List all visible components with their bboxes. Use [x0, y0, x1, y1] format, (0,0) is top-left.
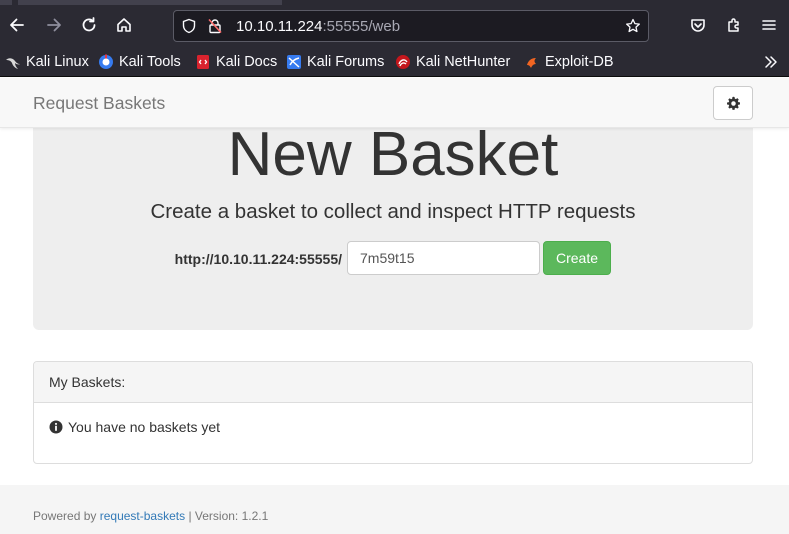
bookmark-exploit-db[interactable]: Exploit-DB [524, 53, 614, 71]
bookmark-kali-linux[interactable]: Kali Linux [5, 53, 89, 71]
navbar: Request Baskets [0, 78, 789, 128]
bookmark-label: Kali Forums [307, 54, 385, 70]
footer: Powered by request-baskets | Version: 1.… [0, 485, 789, 534]
hamburger-icon [762, 20, 776, 30]
bookmark-label: Kali NetHunter [416, 54, 511, 70]
tab-edge [0, 0, 12, 5]
shield-icon[interactable] [180, 17, 198, 35]
footer-text: Powered by request-baskets | Version: 1.… [33, 509, 268, 523]
insecure-lock-icon[interactable] [206, 17, 224, 35]
kali-tools-icon [98, 54, 114, 70]
kali-docs-icon [195, 54, 211, 70]
url-text[interactable]: 10.10.11.224:55555/web [236, 18, 400, 35]
panel-heading: My Baskets: [34, 362, 752, 403]
empty-baskets-message: You have no baskets yet [68, 419, 221, 435]
reload-button[interactable] [77, 13, 101, 37]
version-text: | Version: 1.2.1 [188, 509, 269, 523]
bookmark-kali-forums[interactable]: Kali Forums [286, 53, 384, 71]
create-button[interactable]: Create [543, 241, 611, 275]
arrow-right-icon [47, 18, 61, 32]
panel-body: You have no baskets yet [49, 419, 220, 435]
tab-edge [18, 0, 282, 5]
more-bookmarks-button[interactable] [763, 53, 784, 71]
page-title: New Basket [227, 120, 559, 189]
arrow-left-icon [10, 18, 24, 32]
bookmark-label: Kali Tools [119, 54, 181, 70]
menu-button[interactable] [757, 13, 781, 37]
home-icon [117, 18, 131, 32]
kali-nethunter-icon [395, 54, 411, 70]
basket-name-input[interactable]: 7m59t15 [347, 241, 540, 275]
brand-link[interactable]: Request Baskets [33, 93, 165, 114]
url-path: :55555/web [322, 18, 401, 35]
tab-edge [290, 0, 789, 5]
exploit-db-icon [524, 54, 540, 70]
browser-toolbar: 10.10.11.224:55555/web [0, 0, 789, 48]
bookmark-label: Kali Linux [26, 54, 89, 70]
bookmarks-bar: Kali Linux Kali Tools Kali Docs Kali For… [0, 48, 789, 77]
bookmark-kali-docs[interactable]: Kali Docs [195, 53, 277, 71]
settings-button[interactable] [713, 86, 753, 120]
info-circle-icon [49, 420, 63, 434]
kali-dragon-icon [5, 54, 21, 70]
bookmark-kali-tools[interactable]: Kali Tools [98, 53, 181, 71]
back-button[interactable] [5, 13, 29, 37]
new-basket-jumbotron: New Basket Create a basket to collect an… [33, 108, 753, 330]
chevron-double-right-icon [763, 54, 779, 70]
bookmark-label: Kali Docs [216, 54, 278, 70]
kali-forums-icon [286, 54, 302, 70]
url-bar[interactable]: 10.10.11.224:55555/web [173, 10, 649, 42]
pocket-button[interactable] [686, 13, 710, 37]
reload-icon [82, 17, 96, 32]
pocket-icon [691, 19, 705, 32]
star-icon[interactable] [624, 17, 642, 35]
bookmark-label: Exploit-DB [545, 54, 614, 70]
powered-by-text: Powered by [33, 509, 97, 523]
panel-title: My Baskets: [49, 374, 126, 390]
my-baskets-panel: My Baskets: You have no baskets yet [33, 361, 753, 464]
url-host: 10.10.11.224 [236, 18, 323, 35]
request-baskets-link[interactable]: request-baskets [100, 509, 185, 523]
page-subtitle: Create a basket to collect and inspect H… [150, 200, 636, 223]
puzzle-icon [728, 18, 739, 32]
home-button[interactable] [112, 13, 136, 37]
extensions-button[interactable] [722, 13, 746, 37]
basket-url-prefix: http://10.10.11.224:55555/ [174, 251, 342, 267]
bookmark-kali-nethunter[interactable]: Kali NetHunter [395, 53, 510, 71]
web-page: Request Baskets New Basket Create a bask… [0, 78, 789, 534]
forward-button[interactable] [42, 13, 66, 37]
gear-icon [726, 96, 740, 110]
